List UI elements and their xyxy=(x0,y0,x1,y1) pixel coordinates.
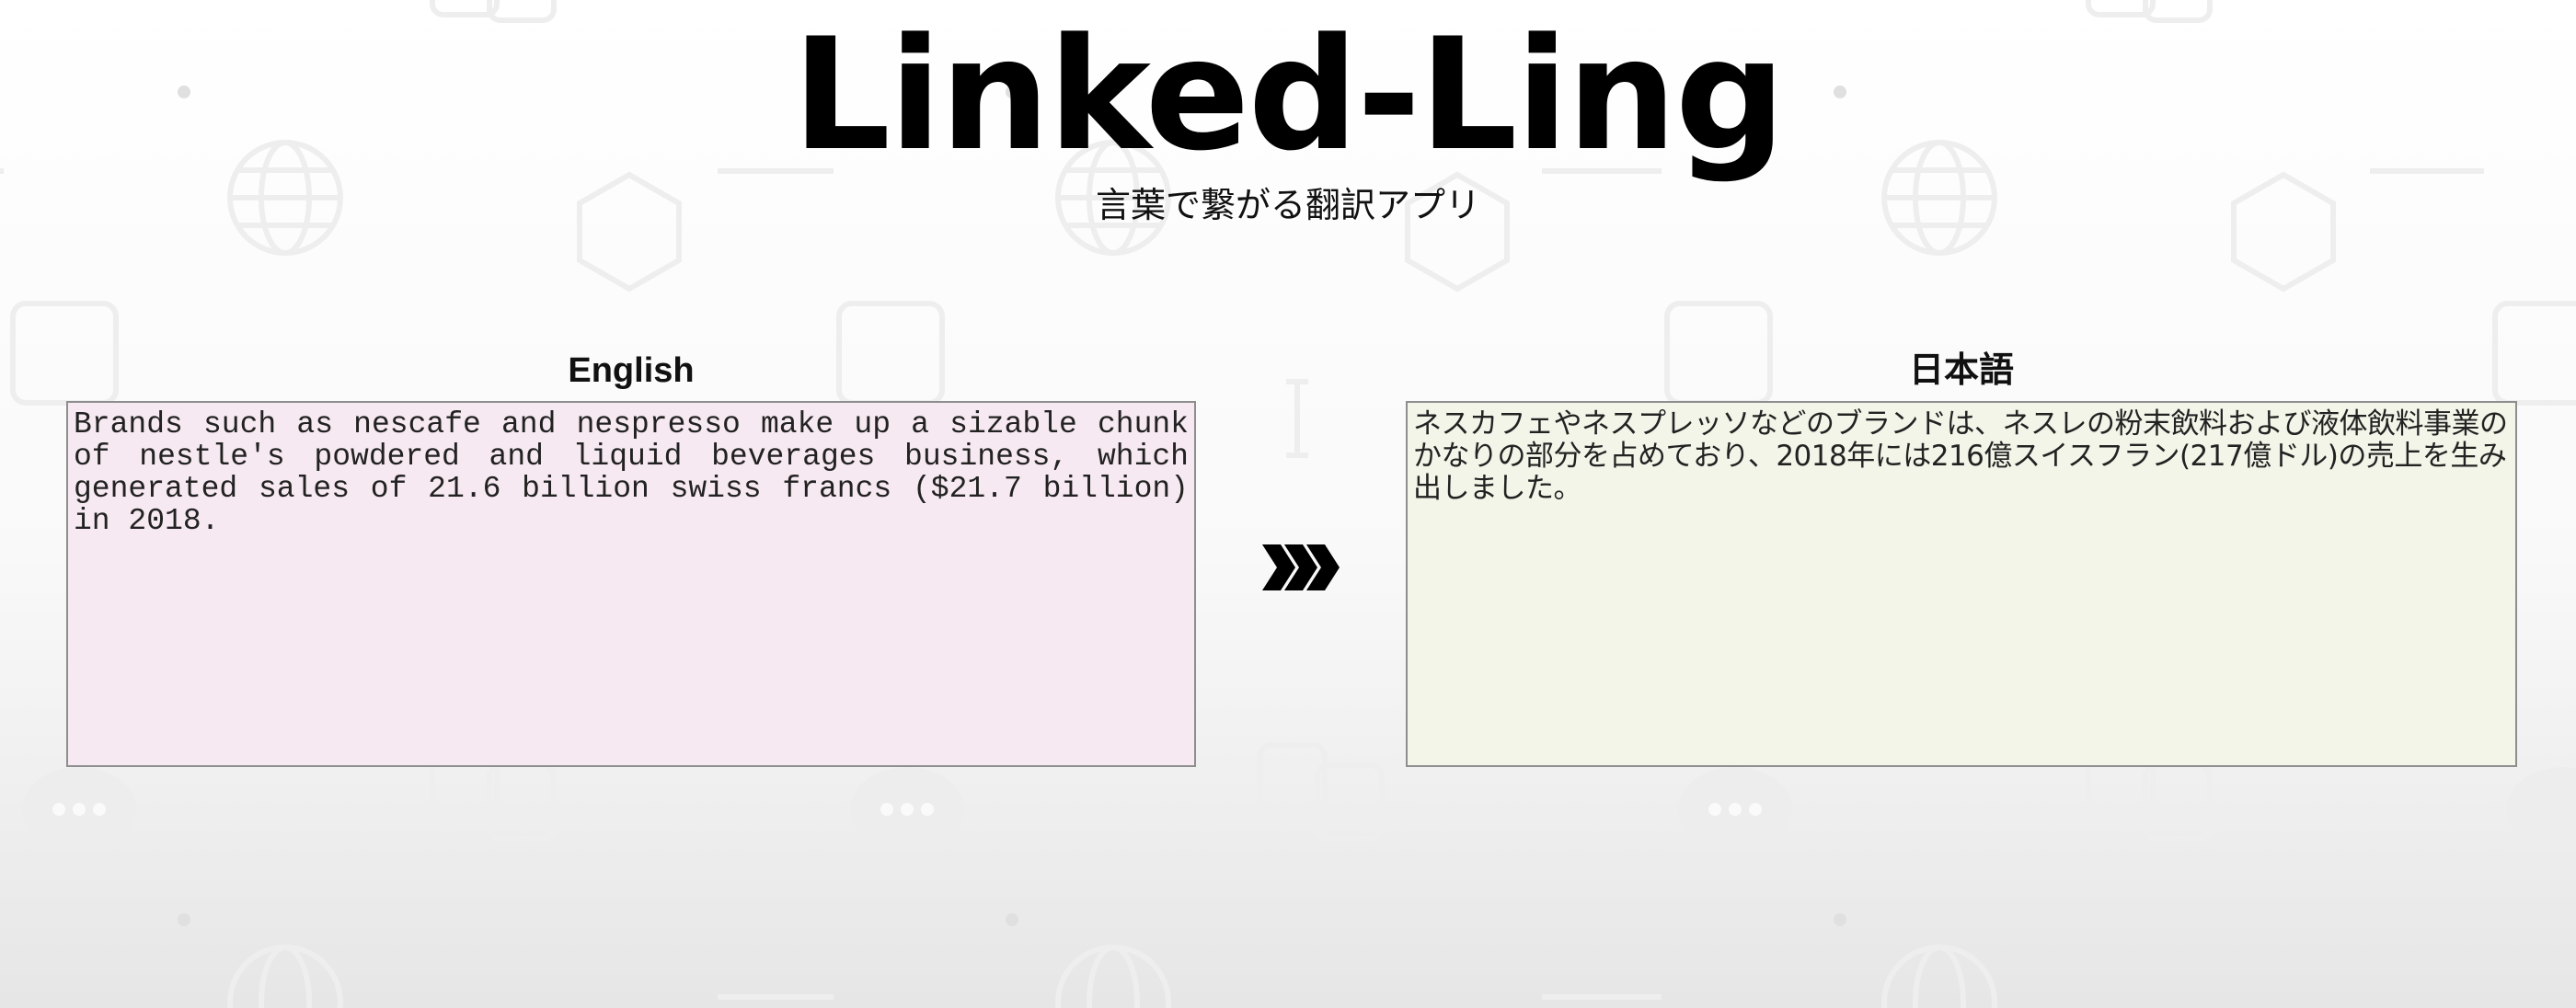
chat-bubble-icon xyxy=(1678,767,1792,852)
source-text-input[interactable]: Brands such as nescafe and nespresso mak… xyxy=(66,401,1196,767)
source-language-label: English xyxy=(568,351,695,390)
linked-ling-logo-icon xyxy=(1258,742,1385,842)
globe-icon xyxy=(1055,945,1171,1008)
app-subtitle: 言葉で繋がる翻訳アプリ xyxy=(1095,185,1480,225)
chat-bubble-icon xyxy=(850,767,964,852)
dot-icon xyxy=(1834,913,1846,926)
text-cursor-icon xyxy=(1286,379,1308,458)
globe-icon xyxy=(227,945,343,1008)
target-language-label: 日本語 xyxy=(1908,351,2014,390)
dot-icon xyxy=(1006,913,1018,926)
dot-icon xyxy=(178,913,190,926)
triple-chevron-right-icon[interactable] xyxy=(1260,541,1341,594)
app-title: Linked-Ling xyxy=(792,5,1786,185)
chat-bubble-icon xyxy=(22,767,136,852)
target-text-output[interactable]: ネスカフェやネスプレッソなどのブランドは、ネスレの粉末飲料および液体飲料事業のか… xyxy=(1406,401,2517,767)
globe-icon xyxy=(1881,945,1997,1008)
chat-bubble-icon xyxy=(2506,767,2576,852)
